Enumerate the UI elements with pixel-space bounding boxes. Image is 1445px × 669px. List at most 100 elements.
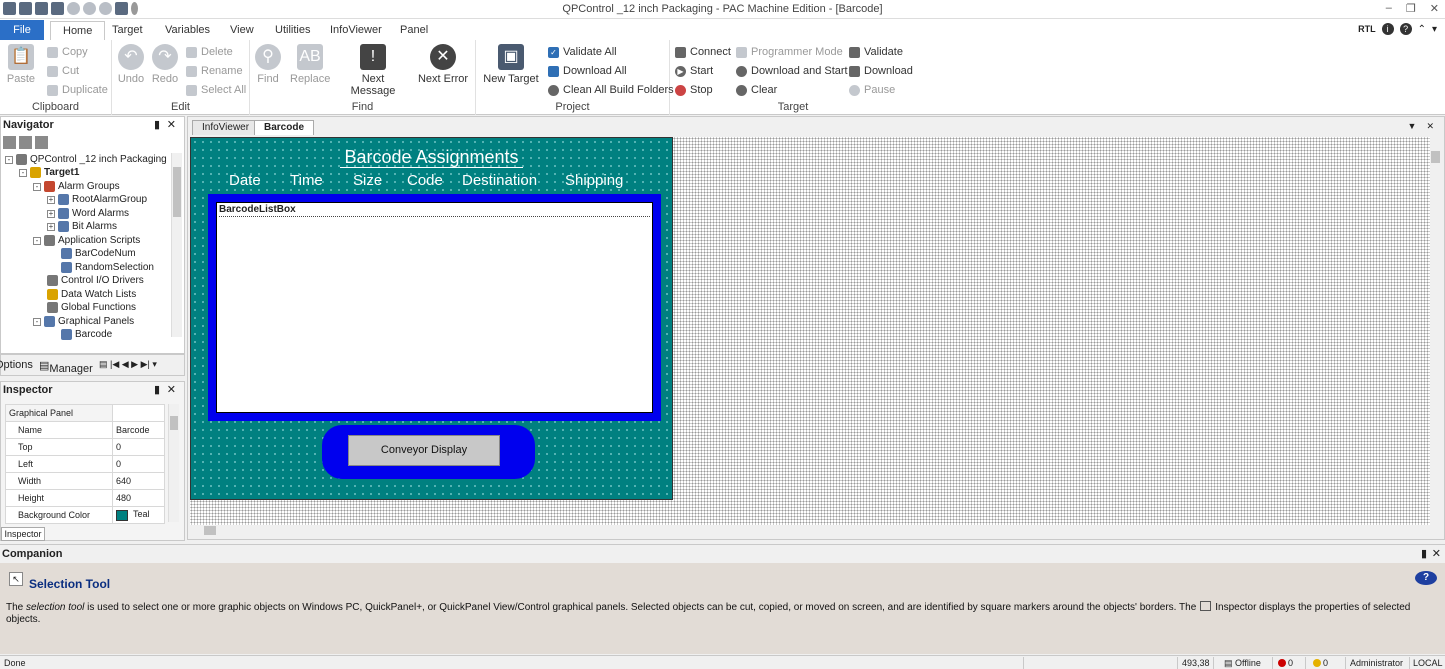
- document-close-icon[interactable]: ✕: [1426, 121, 1434, 132]
- close-icon[interactable]: ✕: [167, 117, 176, 133]
- column-header-code[interactable]: Code: [407, 172, 443, 189]
- ribbon-collapse-icon[interactable]: ⌃: [1418, 24, 1426, 35]
- navigator-scrollbar[interactable]: [171, 153, 182, 337]
- rename-button[interactable]: Rename: [186, 65, 243, 77]
- minimize-icon[interactable]: –: [1386, 2, 1392, 15]
- download-all-button[interactable]: Download All: [548, 65, 627, 77]
- tab-barcode-doc[interactable]: Barcode: [254, 120, 315, 135]
- tab-panel[interactable]: Panel: [388, 21, 440, 40]
- panel-title[interactable]: Barcode Assignments: [191, 147, 672, 168]
- validate-button[interactable]: Validate: [849, 46, 903, 58]
- replace-button[interactable]: AB Replace: [290, 44, 330, 85]
- panel-editor-canvas[interactable]: Barcode Assignments Date Time Size Code …: [190, 137, 1430, 525]
- column-header-date[interactable]: Date: [229, 172, 261, 189]
- pin-icon[interactable]: ▮: [1421, 545, 1427, 563]
- expand-icon[interactable]: +: [47, 209, 55, 218]
- error-count[interactable]: 0: [1278, 658, 1293, 668]
- programmer-mode-button[interactable]: Programmer Mode: [736, 46, 843, 58]
- collapse-icon[interactable]: -: [5, 155, 13, 164]
- property-value[interactable]: 640: [112, 472, 165, 490]
- start-button[interactable]: ▶ Start: [675, 65, 713, 77]
- barcode-listbox[interactable]: BarcodeListBox: [216, 202, 653, 413]
- expand-icon[interactable]: +: [47, 222, 55, 231]
- view-properties-icon[interactable]: [19, 136, 32, 149]
- button-frame[interactable]: Conveyor Display: [322, 425, 535, 479]
- property-value[interactable]: 0: [112, 455, 165, 473]
- stop-button[interactable]: Stop: [675, 84, 713, 96]
- tab-view[interactable]: View: [218, 21, 266, 40]
- tree-node-word-alarms[interactable]: + Word Alarms: [47, 207, 129, 220]
- tree-node-application-scripts[interactable]: - Application Scripts: [33, 234, 140, 247]
- tab-infoviewer-doc[interactable]: InfoViewer: [192, 120, 260, 135]
- property-value[interactable]: Barcode: [112, 421, 165, 439]
- next-message-button[interactable]: ! Next Message: [338, 44, 408, 97]
- tab-manager[interactable]: ▤ Manager: [39, 359, 93, 375]
- help-icon[interactable]: ?: [1399, 23, 1412, 35]
- tab-home[interactable]: Home: [50, 21, 106, 40]
- next-error-button[interactable]: ✕ Next Error: [416, 44, 470, 85]
- canvas-vertical-scrollbar[interactable]: [1430, 137, 1442, 525]
- clean-all-button[interactable]: Clean All Build Folders: [548, 84, 674, 96]
- paste-button[interactable]: 📋 Paste: [5, 44, 37, 85]
- property-value[interactable]: 0: [112, 438, 165, 456]
- property-value[interactable]: 480: [112, 489, 165, 507]
- close-icon[interactable]: ✕: [167, 382, 176, 398]
- undo-button[interactable]: ↶ Undo: [116, 44, 146, 85]
- column-header-destination[interactable]: Destination: [462, 172, 537, 189]
- inspector-scrollbar[interactable]: [168, 404, 179, 522]
- column-header-time[interactable]: Time: [290, 172, 323, 189]
- column-header-shipping[interactable]: Shipping: [565, 172, 623, 189]
- collapse-icon[interactable]: -: [33, 182, 41, 191]
- copy-button[interactable]: Copy: [47, 46, 88, 58]
- tab-nav-arrows[interactable]: ▤ |◀ ◀ ▶ ▶| ▾: [99, 359, 157, 370]
- expand-icon[interactable]: +: [47, 195, 55, 204]
- close-icon[interactable]: ✕: [1430, 2, 1439, 15]
- help-question-icon[interactable]: ?: [1415, 571, 1437, 585]
- info-icon[interactable]: i: [1381, 23, 1394, 35]
- tab-file[interactable]: File: [0, 20, 44, 40]
- tree-node-alarm-groups[interactable]: - Alarm Groups: [33, 180, 120, 193]
- find-button[interactable]: ⚲ Find: [254, 44, 282, 85]
- canvas-horizontal-scrollbar[interactable]: [190, 525, 1430, 537]
- view-list-icon[interactable]: [3, 136, 16, 149]
- new-target-button[interactable]: ▣ New Target: [482, 44, 540, 85]
- delete-button[interactable]: Delete: [186, 46, 233, 58]
- cut-button[interactable]: Cut: [47, 65, 79, 77]
- column-header-size[interactable]: Size: [353, 172, 382, 189]
- tree-node-randomselection[interactable]: RandomSelection: [61, 261, 154, 274]
- tree-node-bit-alarms[interactable]: + Bit Alarms: [47, 220, 117, 233]
- scrollbar-thumb[interactable]: [170, 416, 178, 430]
- tree-node-data-watch-lists[interactable]: Data Watch Lists: [47, 288, 136, 301]
- tree-node-barcodenum[interactable]: BarCodeNum: [61, 247, 136, 260]
- view-details-icon[interactable]: [35, 136, 48, 149]
- tab-options[interactable]: Options: [0, 359, 33, 371]
- tab-target[interactable]: Target: [100, 21, 155, 40]
- graphical-panel[interactable]: Barcode Assignments Date Time Size Code …: [190, 137, 673, 500]
- clear-button[interactable]: Clear: [736, 84, 777, 96]
- tree-node-control-io-drivers[interactable]: Control I/O Drivers: [47, 274, 144, 287]
- tree-node-root-alarm-group[interactable]: + RootAlarmGroup: [47, 193, 147, 206]
- duplicate-button[interactable]: Duplicate: [47, 84, 108, 96]
- validate-all-button[interactable]: ✓ Validate All: [548, 46, 617, 58]
- tree-node-target[interactable]: - Target1: [19, 166, 79, 179]
- pause-button[interactable]: Pause: [849, 84, 895, 96]
- restore-icon[interactable]: ❐: [1406, 2, 1416, 15]
- tree-node-graphical-panels[interactable]: - Graphical Panels: [33, 315, 134, 328]
- tab-inspector[interactable]: Inspector: [1, 527, 45, 541]
- tree-node-barcode-panel[interactable]: Barcode: [61, 328, 112, 341]
- conveyor-display-button[interactable]: Conveyor Display: [348, 435, 500, 466]
- ribbon-options-icon[interactable]: ▾: [1432, 24, 1437, 35]
- pin-icon[interactable]: ▮: [154, 382, 160, 398]
- close-icon[interactable]: ✕: [1432, 545, 1441, 563]
- redo-button[interactable]: ↷ Redo: [150, 44, 180, 85]
- download-and-start-button[interactable]: Download and Start: [736, 65, 848, 77]
- tab-infoviewer[interactable]: InfoViewer: [318, 21, 394, 40]
- scrollbar-thumb[interactable]: [1431, 151, 1440, 163]
- scrollbar-thumb[interactable]: [204, 526, 216, 535]
- rtl-toggle[interactable]: RTL: [1358, 24, 1376, 34]
- tab-variables[interactable]: Variables: [153, 21, 222, 40]
- tree-node-global-functions[interactable]: Global Functions: [47, 301, 136, 314]
- download-button[interactable]: Download: [849, 65, 913, 77]
- background-color-value[interactable]: Teal: [112, 506, 165, 524]
- select-all-button[interactable]: Select All: [186, 84, 246, 96]
